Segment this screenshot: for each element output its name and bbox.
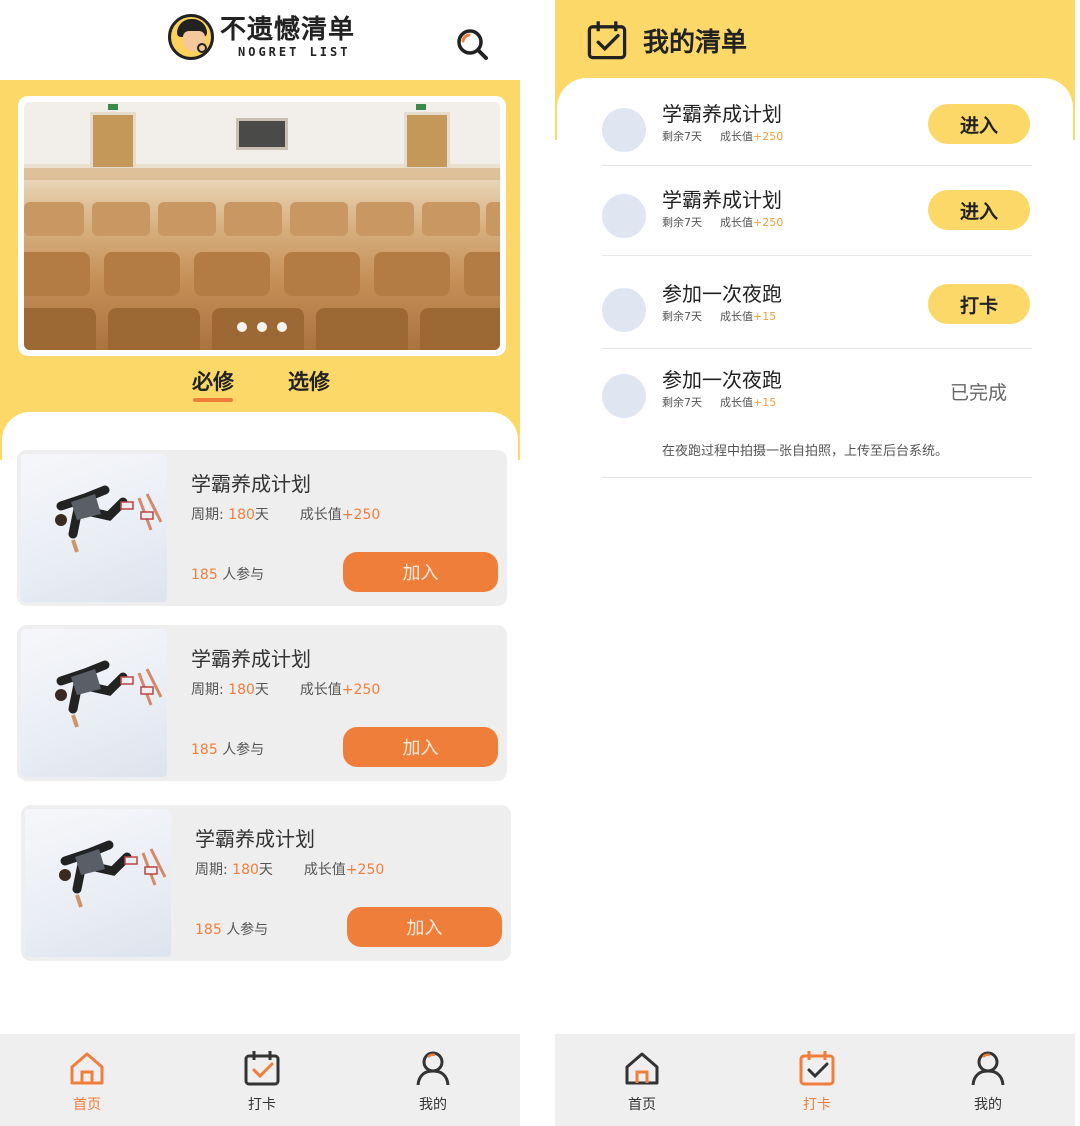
- home-icon: [625, 1052, 659, 1085]
- plan-title: 学霸养成计划: [195, 827, 315, 851]
- calendar-check-icon: [587, 21, 627, 60]
- join-button[interactable]: 加入: [343, 727, 498, 767]
- logo-title: 不遗憾清单: [220, 15, 356, 45]
- task-item: 参加一次夜跑 剩余7天 成长值+15 已完成 在夜跑过程中拍摄一张自拍照，上传至后…: [602, 368, 1032, 478]
- plan-thumbnail: [25, 809, 171, 957]
- logo-mascot-icon: [168, 14, 214, 60]
- plan-thumbnail: [21, 454, 167, 602]
- calendar-check-icon: [799, 1051, 835, 1086]
- tabbar-item-checkin[interactable]: 打卡: [777, 1048, 857, 1114]
- avatar: [602, 108, 646, 152]
- user-icon: [416, 1051, 450, 1086]
- tabbar-item-profile[interactable]: 我的: [948, 1048, 1028, 1114]
- avatar: [602, 194, 646, 238]
- tabbar-item-profile[interactable]: 我的: [393, 1048, 473, 1114]
- plan-meta: 周期: 180天 成长值+250: [191, 507, 381, 523]
- participant-count: 185 人参与: [195, 922, 269, 938]
- banner-carousel[interactable]: [18, 96, 506, 356]
- task-item: 参加一次夜跑 剩余7天 成长值+15 打卡: [602, 282, 1032, 349]
- card-list: 学霸养成计划 周期: 180天 成长值+250 185 人参与 加入 学霸养成计…: [2, 412, 518, 1012]
- join-button[interactable]: 加入: [343, 552, 498, 592]
- search-icon: [457, 29, 488, 60]
- task-list: 学霸养成计划 剩余7天 成长值+250 进入 学霸养成计划 剩余7天 成长值+250…: [557, 78, 1073, 1038]
- course-tabs: 必修 选修: [0, 366, 520, 406]
- tab-elective[interactable]: 选修: [288, 366, 330, 396]
- task-note: 在夜跑过程中拍摄一张自拍照，上传至后台系统。: [662, 444, 949, 459]
- task-item: 学霸养成计划 剩余7天 成长值+250 进入: [602, 102, 1032, 166]
- avatar: [602, 288, 646, 332]
- participant-count: 185 人参与: [191, 742, 265, 758]
- plan-meta: 周期: 180天 成长值+250: [195, 862, 385, 878]
- logo-subtitle: NOGRET LIST: [238, 45, 351, 59]
- active-tab-indicator: [193, 398, 233, 402]
- plan-title: 学霸养成计划: [191, 647, 311, 671]
- banner-image: [24, 102, 500, 350]
- avatar: [602, 374, 646, 418]
- tabbar-item-home[interactable]: 首页: [47, 1048, 127, 1114]
- tab-required[interactable]: 必修: [192, 366, 234, 396]
- carousel-indicator[interactable]: [24, 322, 500, 332]
- app-logo: 不遗憾清单 NOGRET LIST: [168, 14, 355, 60]
- tabbar-item-home[interactable]: 首页: [602, 1048, 682, 1114]
- my-list-screen: 我的清单 学霸养成计划 剩余7天 成长值+250 进入 学霸养成计划 剩余7天 成长…: [555, 0, 1075, 1126]
- page-title: 我的清单: [643, 28, 748, 58]
- tabbar-item-checkin[interactable]: 打卡: [222, 1048, 302, 1114]
- status-badge: 已完成: [950, 382, 1008, 404]
- header: 不遗憾清单 NOGRET LIST: [0, 0, 520, 80]
- plan-card[interactable]: 学霸养成计划 周期: 180天 成长值+250 185 人参与 加入: [21, 805, 511, 961]
- user-icon: [971, 1051, 1005, 1086]
- task-item: 学霸养成计划 剩余7天 成长值+250 进入: [602, 188, 1032, 256]
- plan-meta: 周期: 180天 成长值+250: [191, 682, 381, 698]
- enter-button[interactable]: 进入: [928, 190, 1030, 230]
- search-button[interactable]: [452, 24, 492, 64]
- calendar-check-icon: [244, 1051, 280, 1086]
- plan-card[interactable]: 学霸养成计划 周期: 180天 成长值+250 185 人参与 加入: [17, 450, 507, 606]
- plan-card[interactable]: 学霸养成计划 周期: 180天 成长值+250 185 人参与 加入: [17, 625, 507, 781]
- participant-count: 185 人参与: [191, 567, 265, 583]
- home-icon: [70, 1052, 104, 1085]
- home-screen: 不遗憾清单 NOGRET LIST 必修 选修 学霸养成计划 周期: 180天 …: [0, 0, 520, 1126]
- checkin-button[interactable]: 打卡: [928, 284, 1030, 324]
- enter-button[interactable]: 进入: [928, 104, 1030, 144]
- bottom-tabbar: 首页 打卡 我的: [0, 1034, 520, 1126]
- plan-title: 学霸养成计划: [191, 472, 311, 496]
- plan-thumbnail: [21, 629, 167, 777]
- join-button[interactable]: 加入: [347, 907, 502, 947]
- bottom-tabbar: 首页 打卡 我的: [555, 1034, 1075, 1126]
